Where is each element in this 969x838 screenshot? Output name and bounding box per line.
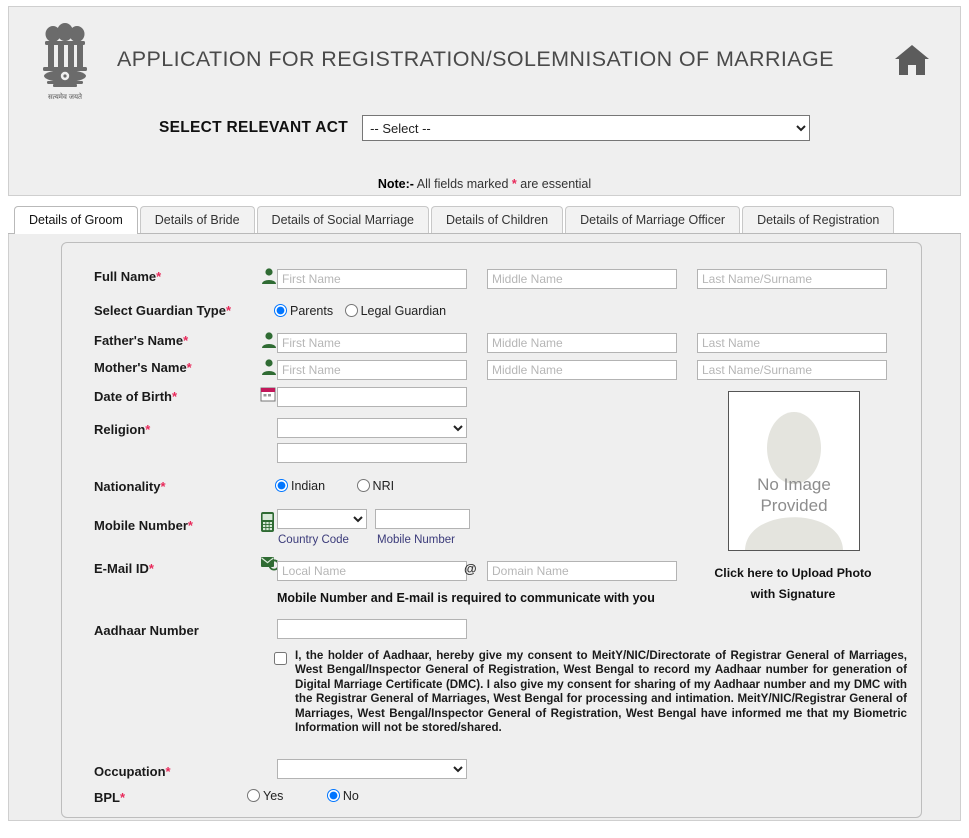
page-title: APPLICATION FOR REGISTRATION/SOLEMNISATI… <box>117 47 834 71</box>
full-name-first-input[interactable] <box>277 269 467 289</box>
father-name-first-input[interactable] <box>277 333 467 353</box>
occupation-label: Occupation* <box>94 764 171 779</box>
country-code-dropdown[interactable] <box>277 509 367 529</box>
email-label: E-Mail ID* <box>94 561 154 576</box>
mother-name-first-input[interactable] <box>277 360 467 380</box>
person-icon <box>260 358 278 376</box>
aadhaar-consent-checkbox[interactable] <box>274 652 287 665</box>
note-text-b: are essential <box>516 177 592 191</box>
bpl-radio-group: Yes No <box>247 789 367 804</box>
guardian-type-legal-guardian-label: Legal Guardian <box>360 304 447 318</box>
tab-details-of-children[interactable]: Details of Children <box>430 206 564 233</box>
nationality-nri-label: NRI <box>372 479 395 493</box>
guardian-type-parents-label: Parents <box>290 304 334 318</box>
nationality-label: Nationality* <box>94 479 166 494</box>
religion-other-input[interactable] <box>277 443 467 463</box>
father-name-label: Father's Name* <box>94 333 189 348</box>
photo-caption-line1: Click here to Upload Photo <box>714 566 872 580</box>
nationality-indian-label: Indian <box>291 479 326 493</box>
select-relevant-act-row: SELECT RELEVANT ACT -- Select -- <box>9 115 960 141</box>
full-name-middle-input[interactable] <box>487 269 677 289</box>
aadhaar-consent-text: I, the holder of Aadhaar, hereby give my… <box>295 649 907 735</box>
bpl-radio-yes[interactable] <box>247 789 260 803</box>
bpl-no-label: No <box>342 789 359 803</box>
nationality-radio-group: Indian NRI <box>275 479 402 494</box>
bpl-option-no[interactable]: No <box>326 789 359 803</box>
nationality-radio-indian[interactable] <box>275 479 288 493</box>
guardian-type-label: Select Guardian Type* <box>94 303 232 318</box>
guardian-type-option-legal-guardian[interactable]: Legal Guardian <box>344 304 447 318</box>
groom-form: Full Name* Select Guardian Type* <box>62 243 921 817</box>
mobile-number-label: Mobile Number* <box>94 518 193 533</box>
email-icon <box>260 554 280 572</box>
guardian-type-radio-parents[interactable] <box>274 304 287 318</box>
note-text-a: All fields marked <box>413 177 512 191</box>
page-header: सत्यमेव जयते APPLICATION FOR REGISTRATIO… <box>8 6 961 196</box>
date-of-birth-input[interactable] <box>277 387 467 407</box>
nationality-option-indian[interactable]: Indian <box>275 479 329 493</box>
bpl-radio-no[interactable] <box>326 789 340 803</box>
aadhaar-number-input[interactable] <box>277 619 467 639</box>
country-code-caption: Country Code <box>278 534 349 546</box>
full-name-label: Full Name* <box>94 269 162 284</box>
bpl-label: BPL* <box>94 790 126 805</box>
bpl-yes-label: Yes <box>263 789 284 803</box>
guardian-type-radio-legal-guardian[interactable] <box>344 304 358 318</box>
email-local-input[interactable] <box>277 561 467 581</box>
tab-details-of-bride[interactable]: Details of Bride <box>139 206 255 233</box>
at-symbol: @ <box>464 561 477 576</box>
home-icon[interactable] <box>892 41 932 79</box>
tab-details-of-social-marriage[interactable]: Details of Social Marriage <box>256 206 429 233</box>
calendar-icon[interactable] <box>260 386 278 404</box>
application-page: सत्यमेव जयते APPLICATION FOR REGISTRATIO… <box>0 6 969 838</box>
mother-name-last-input[interactable] <box>697 360 887 380</box>
father-name-last-input[interactable] <box>697 333 887 353</box>
tab-details-of-groom[interactable]: Details of Groom <box>14 206 138 234</box>
select-relevant-act-dropdown[interactable]: -- Select -- <box>362 115 811 141</box>
guardian-type-option-parents[interactable]: Parents <box>274 304 337 318</box>
email-domain-input[interactable] <box>487 561 677 581</box>
person-icon <box>260 331 278 349</box>
religion-label: Religion* <box>94 422 151 437</box>
religion-dropdown[interactable] <box>277 418 467 438</box>
no-image-line2: Provided <box>760 496 828 515</box>
required-fields-note: Note:- All fields marked * are essential <box>9 177 960 191</box>
groom-form-panel: Full Name* Select Guardian Type* <box>61 242 922 818</box>
photo-upload-box[interactable]: No Image Provided <box>728 391 860 551</box>
mobile-number-input[interactable] <box>375 509 470 529</box>
photo-upload-caption[interactable]: Click here to Upload Photo with Signatur… <box>662 563 924 605</box>
contact-hint-text: Mobile Number and E-mail is required to … <box>277 591 655 605</box>
no-image-text: No Image Provided <box>729 474 859 516</box>
father-name-middle-input[interactable] <box>487 333 677 353</box>
mother-name-label: Mother's Name* <box>94 360 192 375</box>
occupation-dropdown[interactable] <box>277 759 467 779</box>
tab-panel-groom: Full Name* Select Guardian Type* <box>8 234 961 821</box>
date-of-birth-label: Date of Birth* <box>94 389 178 404</box>
mother-name-middle-input[interactable] <box>487 360 677 380</box>
photo-caption-line2: with Signature <box>750 587 836 601</box>
nationality-radio-nri[interactable] <box>356 479 370 493</box>
full-name-last-input[interactable] <box>697 269 887 289</box>
mobile-number-caption: Mobile Number <box>377 534 455 546</box>
bpl-option-yes[interactable]: Yes <box>247 789 287 803</box>
no-image-line1: No Image <box>757 475 831 494</box>
mobile-phone-icon <box>260 511 278 532</box>
note-prefix: Note:- <box>377 177 414 191</box>
tab-details-of-registration[interactable]: Details of Registration <box>742 206 895 233</box>
select-relevant-act-label: SELECT RELEVANT ACT <box>158 119 349 136</box>
india-national-emblem-icon: सत्यमेव जयते <box>29 17 101 105</box>
tab-strip: Details of Groom Details of Bride Detail… <box>8 204 961 234</box>
nationality-option-nri[interactable]: NRI <box>356 479 395 493</box>
svg-text:सत्यमेव जयते: सत्यमेव जयते <box>48 92 83 101</box>
guardian-type-radio-group: Parents Legal Guardian <box>274 304 454 319</box>
aadhaar-number-label: Aadhaar Number <box>94 623 199 638</box>
tab-details-of-marriage-officer[interactable]: Details of Marriage Officer <box>565 206 741 233</box>
person-icon <box>260 267 278 285</box>
